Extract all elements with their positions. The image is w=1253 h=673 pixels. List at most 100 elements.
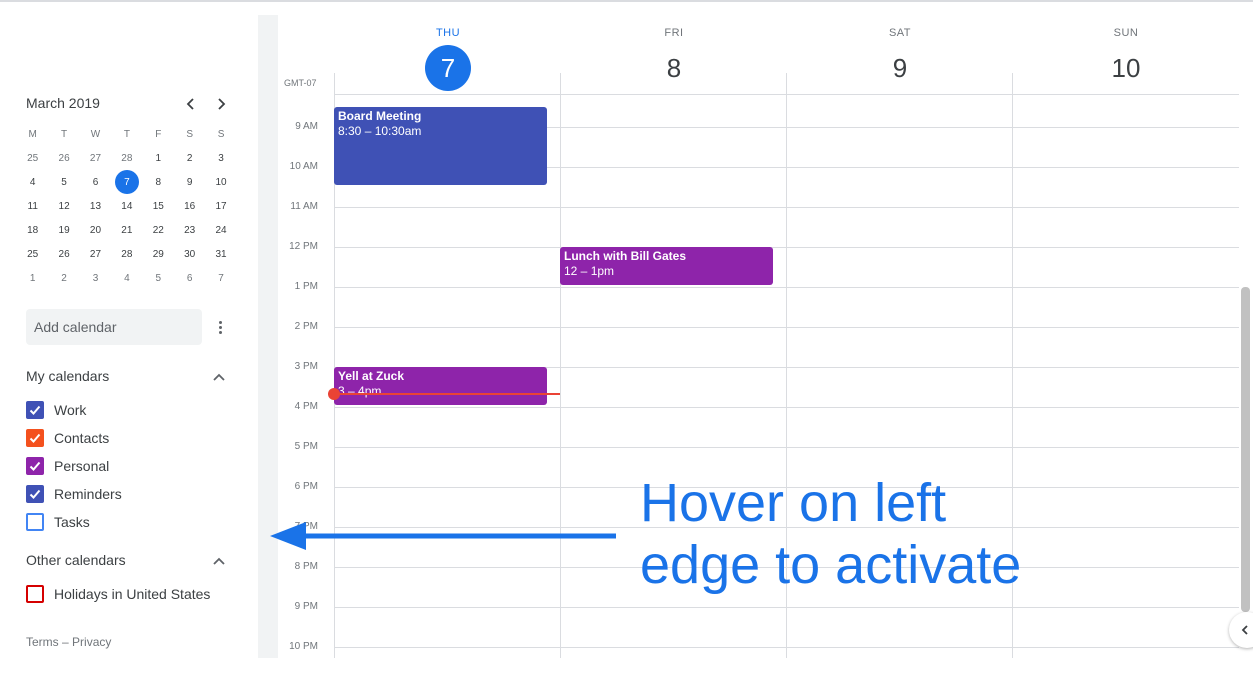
mini-calendar-grid: M T W T F S S 25 26 27 28 1 2 3 4 5 6 7 8 9 10 11 12 13 1… [17,122,237,290]
hour-label: 8 PM [294,561,318,572]
terms-link[interactable]: Terms [26,635,59,649]
footer-separator: – [62,635,69,649]
mini-calendar-day[interactable]: 6 [174,266,205,290]
day-header-thu[interactable]: THU 7 [335,15,561,95]
hour-label: 6 PM [294,481,318,492]
mini-calendar-day[interactable]: 17 [205,194,236,218]
mini-calendar-day[interactable]: 1 [17,266,48,290]
day-number[interactable]: 9 [877,45,923,91]
hour-label: 9 AM [295,121,318,132]
mini-calendar-day[interactable]: 13 [80,194,111,218]
mini-calendar-day[interactable]: 6 [80,170,111,194]
mini-calendar-day[interactable]: 27 [80,146,111,170]
mini-calendar-day[interactable]: 28 [111,146,142,170]
my-calendars-heading: My calendars [26,368,110,384]
day-header-fri[interactable]: FRI 8 [561,15,787,95]
mini-calendar-day[interactable]: 16 [174,194,205,218]
checkbox[interactable] [26,457,44,475]
mini-calendar-day[interactable]: 3 [205,146,236,170]
weekday-label: W [90,128,101,140]
hour-label: 1 PM [294,281,318,292]
vertical-scrollbar[interactable] [1241,287,1250,612]
mini-calendar-day[interactable]: 21 [111,218,142,242]
mini-calendar-day[interactable]: 30 [174,242,205,266]
event-board-meeting[interactable]: Board Meeting 8:30 – 10:30am [334,107,547,185]
mini-calendar-day[interactable]: 11 [17,194,48,218]
mini-calendar-day[interactable]: 25 [17,242,48,266]
calendar-label: Holidays in United States [54,586,211,602]
arrow-left-icon [270,522,616,550]
mini-calendar-day[interactable]: 25 [17,146,48,170]
calendar-label: Contacts [54,430,110,446]
day-header-sun[interactable]: SUN 10 [1013,15,1239,95]
mini-calendar-day[interactable]: 2 [174,146,205,170]
calendar-item-contacts[interactable]: Contacts [26,428,109,448]
calendar-label: Personal [54,458,110,474]
add-calendar-input[interactable]: Add calendar [26,309,202,345]
mini-calendar-day[interactable]: 14 [111,194,142,218]
mini-calendar-day[interactable]: 15 [143,194,174,218]
mini-calendar-day[interactable]: 5 [48,170,79,194]
mini-calendar-week: 4 5 6 7 8 9 10 [17,170,237,194]
mini-calendar-day[interactable]: 2 [48,266,79,290]
mini-calendar-day[interactable]: 7 [205,266,236,290]
mini-calendar-day[interactable]: 22 [143,218,174,242]
hour-label: 2 PM [294,321,318,332]
annotation-line-1: Hover on left [640,473,947,533]
checkbox[interactable] [26,513,44,531]
checkbox[interactable] [26,485,44,503]
mini-calendar-day[interactable]: 18 [17,218,48,242]
event-lunch-with-bill-gates[interactable]: Lunch with Bill Gates 12 – 1pm [560,247,773,285]
mini-calendar-day[interactable]: 9 [174,170,205,194]
mini-calendar-day[interactable]: 31 [205,242,236,266]
hour-label: 10 AM [289,161,318,172]
chevron-left-icon [1241,625,1248,635]
day-number[interactable]: 8 [651,45,697,91]
event-yell-at-zuck[interactable]: Yell at Zuck 3 – 4pm [334,367,547,405]
sidebar-edge-gutter[interactable] [258,15,278,658]
day-number[interactable]: 10 [1103,45,1149,91]
day-number[interactable]: 7 [425,45,471,91]
mini-calendar-day[interactable]: 7 [111,170,142,194]
calendar-item-tasks[interactable]: Tasks [26,512,90,532]
mini-calendar-week: 11 12 13 14 15 16 17 [17,194,237,218]
mini-calendar-day[interactable]: 29 [143,242,174,266]
mini-calendar-day[interactable]: 3 [80,266,111,290]
check-icon [29,461,41,471]
chevron-up-icon[interactable] [211,553,227,569]
prev-month-button[interactable] [180,93,202,115]
calendar-item-holidays-in-united-states[interactable]: Holidays in United States [26,584,210,604]
mini-calendar-day[interactable]: 24 [205,218,236,242]
mini-calendar-day[interactable]: 5 [143,266,174,290]
more-options-icon[interactable] [212,317,228,337]
chevron-up-icon[interactable] [211,369,227,385]
mini-calendar-day[interactable]: 4 [17,170,48,194]
mini-calendar-day[interactable]: 20 [80,218,111,242]
calendar-item-reminders[interactable]: Reminders [26,484,122,504]
mini-calendar-day[interactable]: 26 [48,146,79,170]
calendar-item-work[interactable]: Work [26,400,86,420]
mini-calendar-day[interactable]: 12 [48,194,79,218]
next-month-button[interactable] [210,93,232,115]
mini-calendar-day[interactable]: 23 [174,218,205,242]
mini-calendar-day[interactable]: 19 [48,218,79,242]
checkbox[interactable] [26,585,44,603]
mini-calendar-day[interactable]: 8 [143,170,174,194]
calendar-label: Reminders [54,486,122,502]
checkbox[interactable] [26,429,44,447]
mini-calendar-day[interactable]: 28 [111,242,142,266]
event-time: 12 – 1pm [564,264,615,278]
hour-label: 10 PM [289,641,318,652]
calendar-item-personal[interactable]: Personal [26,456,109,476]
mini-calendar-day[interactable]: 27 [80,242,111,266]
mini-calendar-day[interactable]: 4 [111,266,142,290]
weekday-label: F [155,128,162,140]
day-header-sat[interactable]: SAT 9 [787,15,1013,95]
mini-calendar-day[interactable]: 10 [205,170,236,194]
privacy-link[interactable]: Privacy [72,635,111,649]
mini-calendar-day[interactable]: 1 [143,146,174,170]
day-of-week: SAT [888,27,912,39]
mini-calendar-day[interactable]: 26 [48,242,79,266]
other-calendars-heading: Other calendars [26,552,126,568]
checkbox[interactable] [26,401,44,419]
